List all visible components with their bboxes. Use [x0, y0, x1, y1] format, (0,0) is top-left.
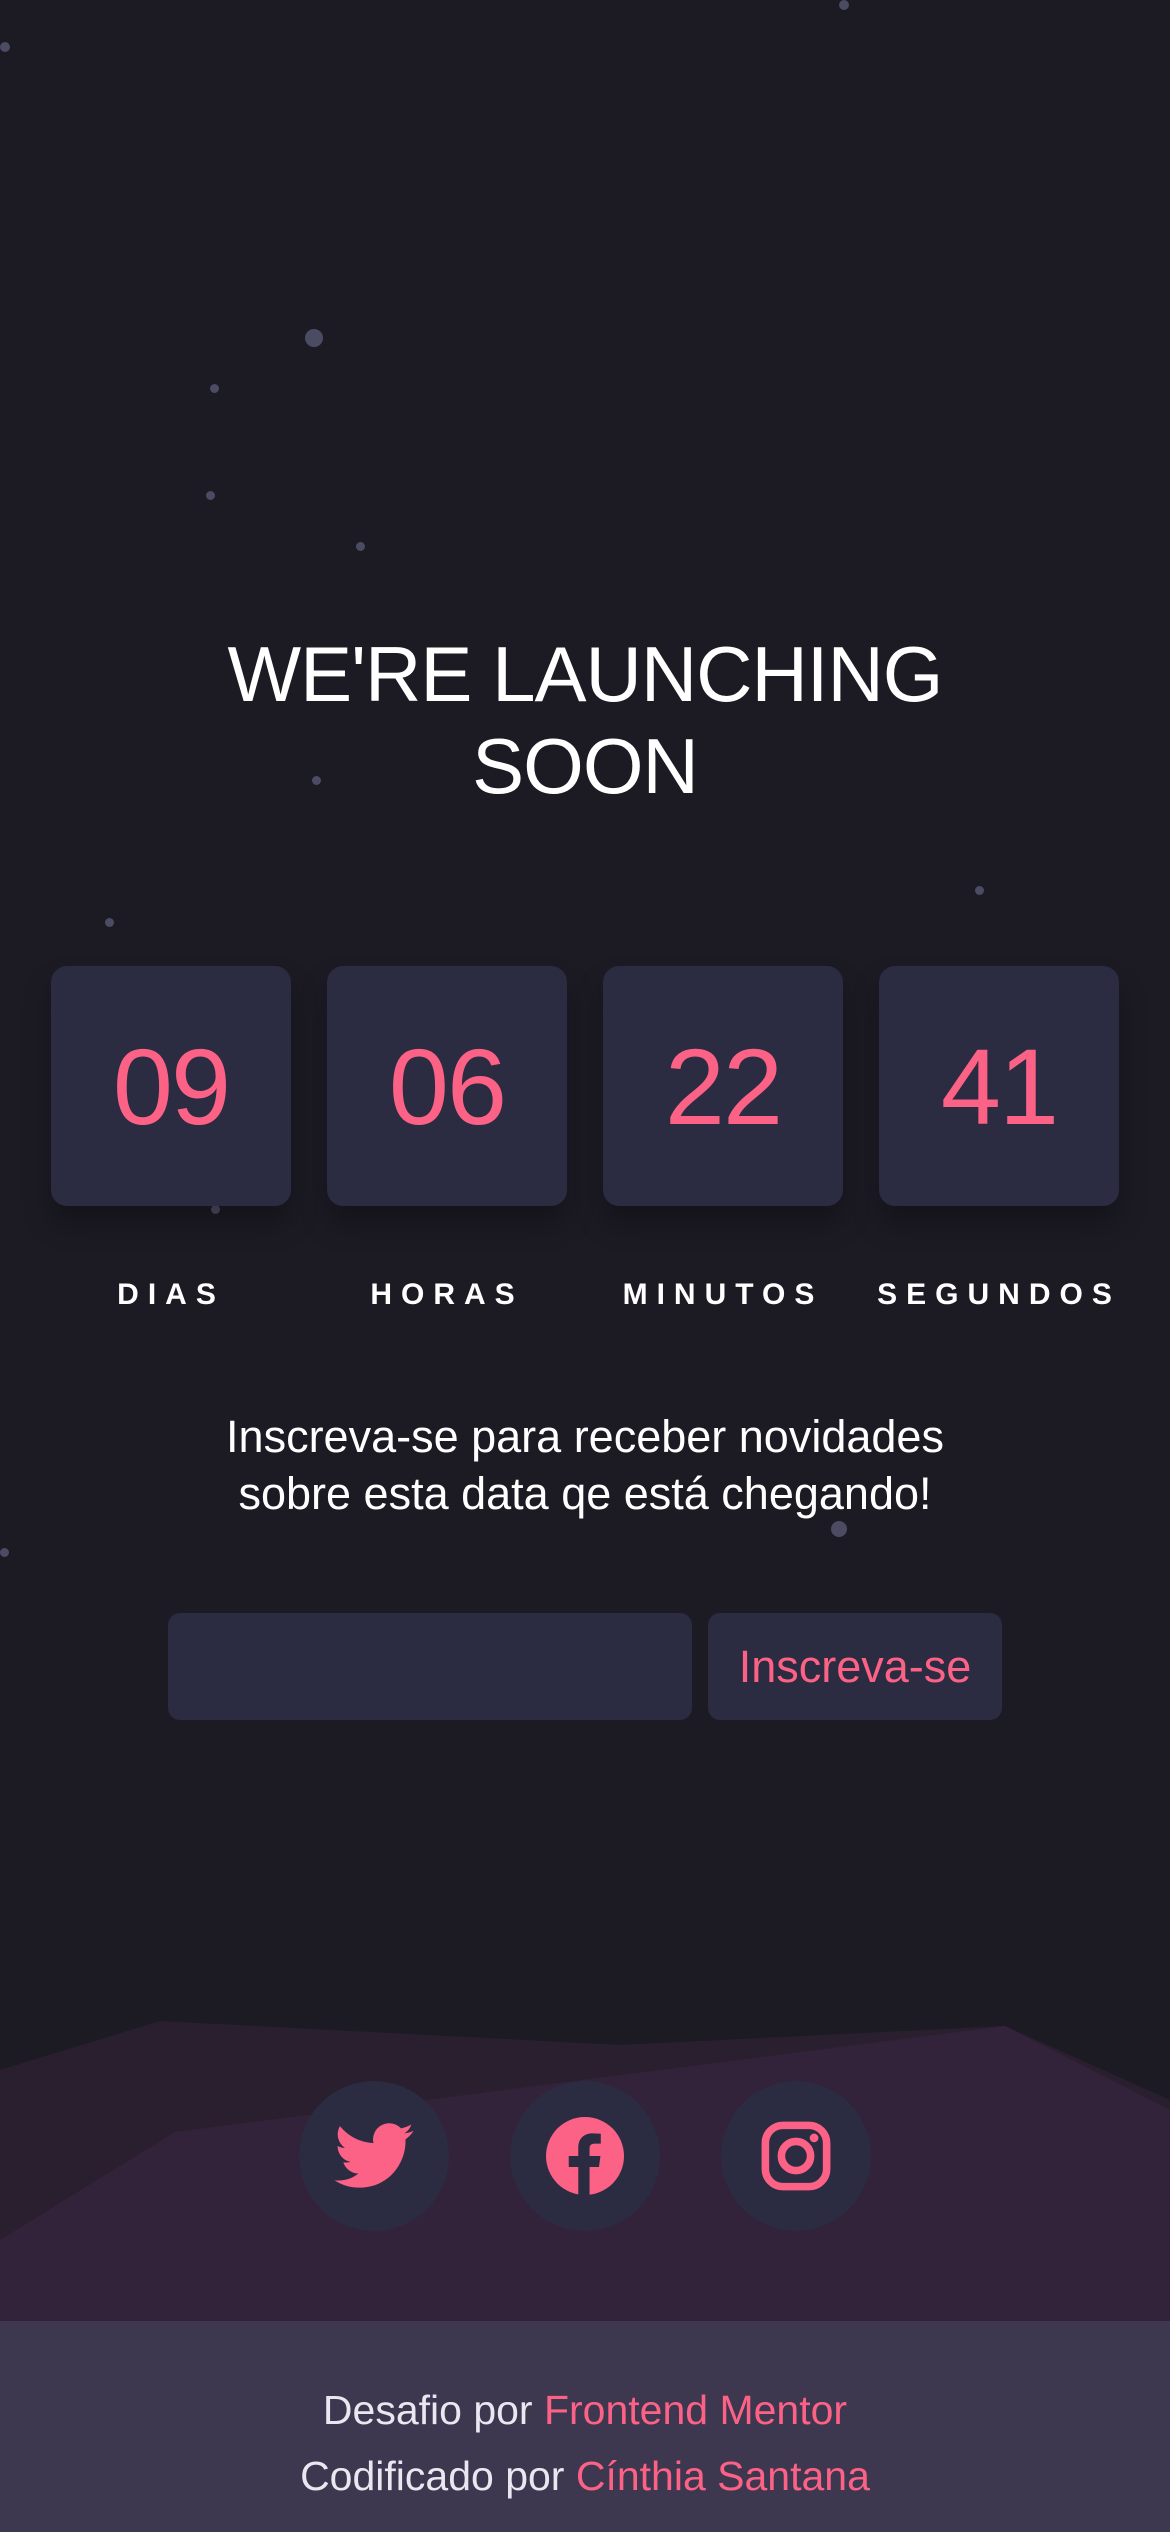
facebook-icon	[546, 2117, 624, 2195]
footer-challenge-line: Desafio por Frontend Mentor	[0, 2377, 1170, 2443]
footer: Desafio por Frontend Mentor Codificado p…	[0, 2321, 1170, 2532]
email-input[interactable]	[168, 1613, 692, 1720]
countdown-minutes: 22 MINUTOS	[603, 966, 843, 1311]
frontend-mentor-link[interactable]: Frontend Mentor	[544, 2387, 847, 2433]
footer-challenge-text: Desafio por	[322, 2387, 544, 2433]
newsletter-text-line-1: Inscreva-se para receber novidades	[226, 1411, 944, 1462]
footer-author-line: Codificado por Cínthia Santana	[0, 2443, 1170, 2509]
title-line-1: WE'RE LAUNCHING	[227, 630, 944, 718]
minutes-value: 22	[603, 966, 843, 1206]
newsletter-text-line-2: sobre esta data qe está chegando!	[238, 1468, 932, 1519]
seconds-label: SEGUNDOS	[877, 1278, 1121, 1311]
minutes-label: MINUTOS	[622, 1278, 824, 1311]
countdown-days: 09 DIAS	[51, 966, 291, 1311]
hours-label: HORAS	[370, 1278, 524, 1311]
instagram-link[interactable]	[721, 2081, 871, 2231]
subscribe-button[interactable]: Inscreva-se	[708, 1613, 1002, 1720]
seconds-value: 41	[879, 966, 1119, 1206]
page-title: WE'RE LAUNCHING SOON	[0, 628, 1170, 812]
footer-author-text: Codificado por	[300, 2453, 576, 2499]
twitter-icon	[334, 2123, 414, 2188]
twitter-link[interactable]	[299, 2081, 449, 2231]
countdown-hours: 06 HORAS	[327, 966, 567, 1311]
facebook-link[interactable]	[510, 2081, 660, 2231]
countdown-seconds: 41 SEGUNDOS	[877, 966, 1119, 1311]
instagram-icon	[761, 2121, 831, 2191]
newsletter-text: Inscreva-se para receber novidades sobre…	[0, 1408, 1170, 1522]
launch-countdown-page: WE'RE LAUNCHING SOON 09 DIAS 06 HORAS 22…	[0, 0, 1170, 2532]
hours-value: 06	[327, 966, 567, 1206]
countdown-timer: 09 DIAS 06 HORAS 22 MINUTOS 41 SEGUNDOS	[0, 966, 1170, 1311]
author-link[interactable]: Cínthia Santana	[576, 2453, 870, 2499]
days-value: 09	[51, 966, 291, 1206]
days-label: DIAS	[117, 1278, 225, 1311]
title-line-2: SOON	[472, 722, 699, 810]
